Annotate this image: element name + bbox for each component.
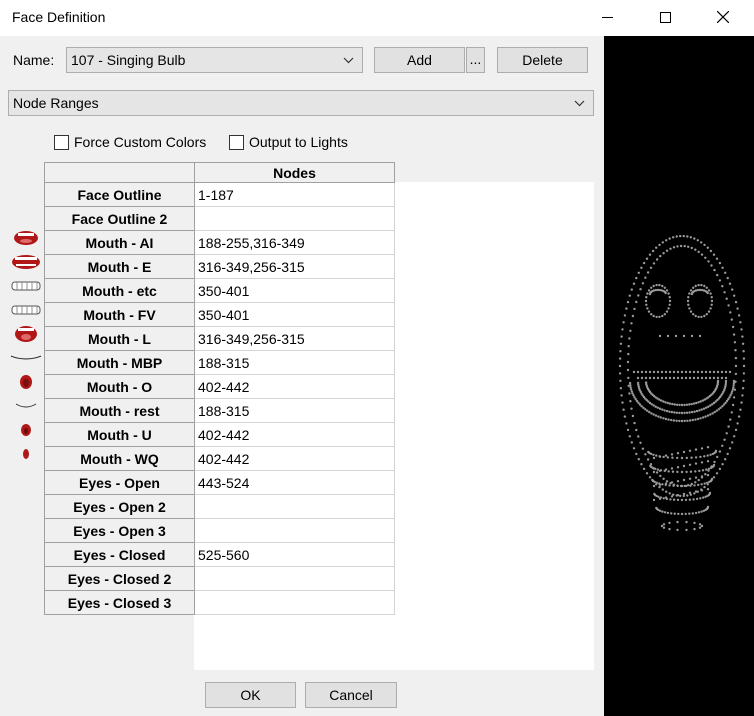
window-title: Face Definition [12, 9, 106, 25]
table-row: Mouth - O 402-442 [44, 374, 395, 399]
add-button[interactable]: Add [374, 47, 465, 73]
chevron-down-icon [574, 91, 585, 124]
output-to-lights-label: Output to Lights [249, 134, 348, 150]
mouth-l-icon [10, 322, 42, 346]
nodes-cell[interactable]: 316-349,256-315 [194, 326, 395, 351]
nodes-cell[interactable] [194, 206, 395, 231]
row-header[interactable]: Mouth - AI [44, 230, 195, 255]
table-row: Mouth - FV 350-401 [44, 302, 395, 327]
nodes-cell[interactable]: 443-524 [194, 470, 395, 495]
table-row: Eyes - Open 2 [44, 494, 395, 519]
more-button[interactable]: ... [466, 47, 485, 73]
row-header[interactable]: Face Outline [44, 182, 195, 207]
table-row: Mouth - WQ 402-442 [44, 446, 395, 471]
mouth-mbp-icon [10, 346, 42, 370]
cancel-button[interactable]: Cancel [305, 682, 397, 708]
nodes-cell[interactable]: 402-442 [194, 446, 395, 471]
mouth-ai-icon [10, 226, 42, 250]
row-header[interactable]: Mouth - etc [44, 278, 195, 303]
table-row: Mouth - etc 350-401 [44, 278, 395, 303]
minimize-icon [601, 16, 613, 18]
row-header[interactable]: Mouth - MBP [44, 350, 195, 375]
row-header[interactable]: Mouth - rest [44, 398, 195, 423]
nodes-cell[interactable]: 188-315 [194, 350, 395, 375]
row-header[interactable]: Eyes - Open 2 [44, 494, 195, 519]
mouth-rest-icon [10, 394, 42, 418]
nodes-cell[interactable]: 1-187 [194, 182, 395, 207]
table-row: Eyes - Open 3 [44, 518, 395, 543]
nodes-cell[interactable] [194, 518, 395, 543]
row-header[interactable]: Face Outline 2 [44, 206, 195, 231]
nodes-cell[interactable]: 188-255,316-349 [194, 230, 395, 255]
nodes-cell[interactable]: 525-560 [194, 542, 395, 567]
node-ranges-grid: Nodes Face Outline 1-187 Face Outline 2 Mou… [44, 162, 395, 615]
grid-corner [44, 162, 195, 183]
title-bar: Face Definition [0, 0, 754, 36]
row-header[interactable]: Eyes - Open [44, 470, 195, 495]
table-row: Mouth - AI 188-255,316-349 [44, 230, 395, 255]
table-row: Face Outline 1-187 [44, 182, 395, 207]
row-header[interactable]: Eyes - Closed [44, 542, 195, 567]
mouth-o-icon [10, 370, 42, 394]
column-header-nodes[interactable]: Nodes [194, 162, 395, 183]
table-row: Eyes - Closed 2 [44, 566, 395, 591]
checkbox-box [229, 134, 244, 150]
mouth-etc-icon [10, 274, 42, 298]
row-header[interactable]: Mouth - O [44, 374, 195, 399]
force-custom-colors-checkbox[interactable]: Force Custom Colors [54, 134, 206, 150]
checkbox-box [54, 134, 69, 150]
nodes-cell[interactable] [194, 566, 395, 591]
row-header[interactable]: Mouth - E [44, 254, 195, 279]
nodes-cell[interactable] [194, 494, 395, 519]
row-header[interactable]: Mouth - L [44, 326, 195, 351]
nodes-cell[interactable]: 188-315 [194, 398, 395, 423]
nodes-cell[interactable]: 350-401 [194, 278, 395, 303]
nodes-cell[interactable]: 350-401 [194, 302, 395, 327]
row-header[interactable]: Eyes - Closed 2 [44, 566, 195, 591]
row-header[interactable]: Mouth - U [44, 422, 195, 447]
row-header[interactable]: Eyes - Closed 3 [44, 590, 195, 615]
nodes-cell[interactable]: 316-349,256-315 [194, 254, 395, 279]
name-label: Name: [13, 52, 55, 68]
output-to-lights-checkbox[interactable]: Output to Lights [229, 134, 348, 150]
nodes-cell[interactable]: 402-442 [194, 374, 395, 399]
table-row: Mouth - rest 188-315 [44, 398, 395, 423]
chevron-down-icon [343, 48, 354, 81]
row-header[interactable]: Mouth - FV [44, 302, 195, 327]
delete-button[interactable]: Delete [497, 47, 588, 73]
row-header[interactable]: Mouth - WQ [44, 446, 195, 471]
maximize-icon [659, 11, 671, 23]
nodes-cell[interactable] [194, 590, 395, 615]
definition-type-dropdown[interactable]: Node Ranges [8, 90, 594, 116]
nodes-cell[interactable]: 402-442 [194, 422, 395, 447]
table-row: Mouth - L 316-349,256-315 [44, 326, 395, 351]
face-preview-icon [618, 234, 746, 532]
mouth-e-icon [10, 250, 42, 274]
table-row: Eyes - Closed 525-560 [44, 542, 395, 567]
mouth-u-icon [10, 418, 42, 442]
minimize-button[interactable] [578, 0, 636, 34]
ok-button[interactable]: OK [205, 682, 296, 708]
table-row: Eyes - Closed 3 [44, 590, 395, 615]
mouth-wq-icon [10, 442, 42, 466]
definition-type-value: Node Ranges [13, 95, 99, 111]
table-row: Face Outline 2 [44, 206, 395, 231]
force-custom-colors-label: Force Custom Colors [74, 134, 207, 150]
face-name-dropdown[interactable]: 107 - Singing Bulb [66, 47, 363, 73]
table-row: Mouth - MBP 188-315 [44, 350, 395, 375]
table-row: Mouth - U 402-442 [44, 422, 395, 447]
face-name-value: 107 - Singing Bulb [71, 52, 186, 68]
maximize-button[interactable] [636, 0, 694, 34]
close-icon [717, 11, 729, 23]
close-button[interactable] [694, 0, 752, 34]
table-row: Eyes - Open 443-524 [44, 470, 395, 495]
mouth-fv-icon [10, 298, 42, 322]
table-row: Mouth - E 316-349,256-315 [44, 254, 395, 279]
row-header[interactable]: Eyes - Open 3 [44, 518, 195, 543]
